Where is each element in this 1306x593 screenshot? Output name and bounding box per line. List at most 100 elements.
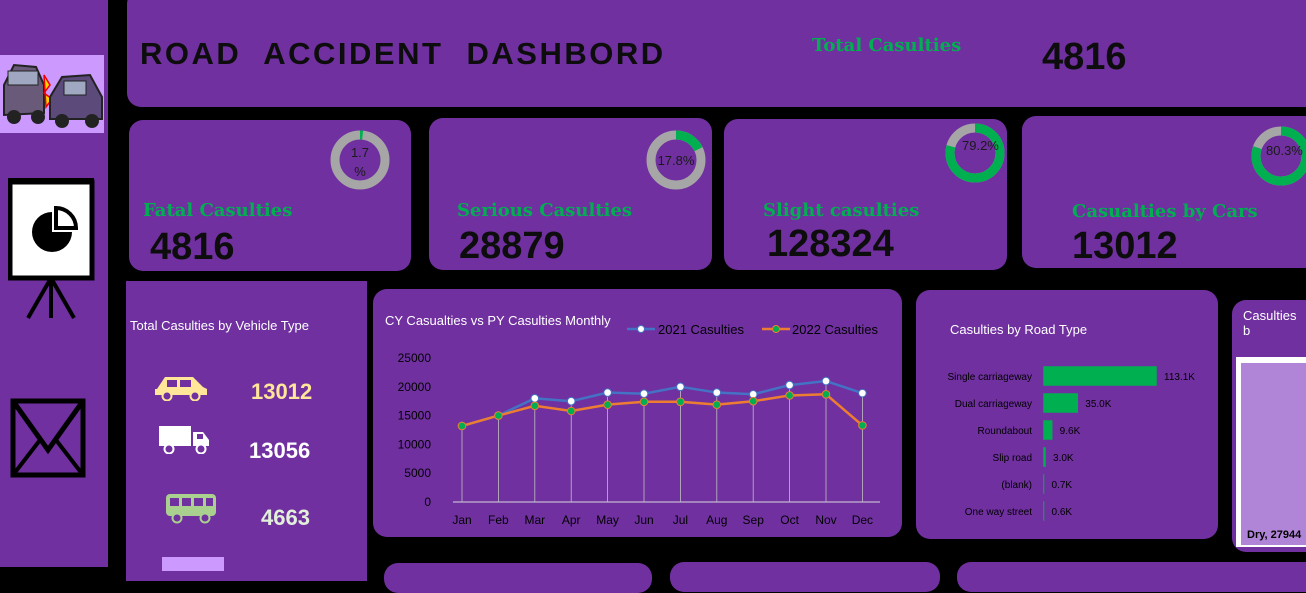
donut-pct-label: 1.7 % bbox=[350, 145, 370, 179]
donut-pct-label: 80.3% bbox=[1266, 143, 1303, 158]
bar-category-label: Dual carriageway bbox=[955, 399, 1032, 410]
data-point bbox=[603, 388, 612, 397]
legend-dot-2022 bbox=[772, 325, 780, 333]
line-chart-legend: 2021 Casulties 2022 Casulties bbox=[627, 322, 878, 337]
bar-category-label: (blank) bbox=[1001, 480, 1032, 491]
x-tick-label: Dec bbox=[852, 513, 873, 527]
bar-value-label: 0.6K bbox=[1052, 507, 1073, 518]
data-point bbox=[566, 396, 576, 406]
data-point bbox=[530, 401, 540, 411]
x-tick-label: Apr bbox=[562, 513, 581, 527]
bar-category-label: Slip road bbox=[993, 453, 1032, 464]
x-tick-label: Jan bbox=[452, 513, 471, 527]
bar bbox=[1042, 473, 1045, 495]
sidebar-divider bbox=[108, 0, 126, 567]
data-point bbox=[785, 380, 794, 390]
bar-value-label: 113.1K bbox=[1164, 372, 1195, 383]
sidebar bbox=[0, 0, 108, 567]
y-tick-label: 10000 bbox=[398, 437, 432, 451]
data-point bbox=[639, 389, 649, 399]
data-point bbox=[676, 382, 685, 392]
x-tick-label: Mar bbox=[524, 513, 545, 527]
data-point bbox=[566, 406, 576, 416]
surface-treemap-tile bbox=[1241, 363, 1306, 545]
data-point bbox=[530, 394, 540, 403]
y-tick-label: 0 bbox=[424, 495, 431, 509]
surface-treemap-label: Dry, 27944 bbox=[1247, 529, 1302, 541]
monthly-line-chart: CY Casualties vs PY Casulties Monthly 20… bbox=[385, 313, 880, 527]
bar-category-label: Roundabout bbox=[978, 426, 1033, 437]
partial-icon bbox=[162, 557, 224, 571]
y-tick-label: 25000 bbox=[398, 351, 432, 365]
bar bbox=[1042, 392, 1079, 414]
bar-value-label: 0.7K bbox=[1052, 480, 1073, 491]
surface-panel-title: Casulties b bbox=[1243, 308, 1297, 338]
vehicle-panel-title: Total Casulties by Vehicle Type bbox=[130, 318, 309, 333]
data-point bbox=[858, 388, 867, 398]
legend-dot-2021 bbox=[637, 325, 645, 333]
data-point bbox=[494, 411, 503, 420]
y-tick-label: 15000 bbox=[398, 409, 432, 423]
crash-logo-icon bbox=[0, 55, 104, 133]
legend-label-2021: 2021 Casulties bbox=[658, 322, 744, 337]
bus-icon bbox=[164, 492, 218, 529]
truck-icon bbox=[157, 424, 211, 459]
presentation-icon[interactable] bbox=[7, 172, 96, 320]
bar-chart-title: Casulties by Road Type bbox=[950, 322, 1087, 337]
series-line-2021 bbox=[461, 379, 863, 428]
bar-category-label: Single carriageway bbox=[948, 372, 1033, 383]
data-point bbox=[821, 376, 831, 386]
data-point bbox=[676, 397, 685, 407]
data-point bbox=[712, 400, 722, 409]
data-point bbox=[748, 396, 758, 406]
kpi-value: 13012 bbox=[1072, 225, 1178, 267]
data-point bbox=[785, 391, 794, 400]
page-title: ROAD ACCIDENT DASHBORD bbox=[140, 36, 666, 71]
bar-value-label: 35.0K bbox=[1085, 399, 1111, 410]
data-point bbox=[457, 421, 467, 431]
legend-label-2022: 2022 Casulties bbox=[792, 322, 878, 337]
y-tick-label: 20000 bbox=[398, 380, 432, 394]
kpi-label: Casualties by Cars bbox=[1072, 201, 1258, 222]
data-point bbox=[821, 389, 831, 399]
mail-icon[interactable] bbox=[10, 398, 86, 478]
vehicle-value-bus: 4663 bbox=[261, 505, 310, 530]
road-type-bar-chart: Casulties by Road Type Single carriagewa… bbox=[948, 322, 1195, 522]
donut-pct-label: 79.2% bbox=[962, 138, 999, 153]
bottom-panel-left bbox=[384, 563, 652, 593]
kpi-value: 28879 bbox=[459, 225, 565, 267]
x-tick-label: Feb bbox=[488, 513, 509, 527]
bar bbox=[1042, 446, 1047, 468]
bar bbox=[1042, 365, 1158, 387]
kpi-value: 4816 bbox=[150, 226, 235, 268]
x-tick-label: Oct bbox=[780, 513, 799, 527]
series-line-2022 bbox=[461, 393, 864, 428]
total-casualties-label: Total Casulties bbox=[812, 35, 962, 56]
x-tick-label: May bbox=[596, 513, 619, 527]
donut-pct-label: 17.8% bbox=[657, 153, 695, 168]
kpi-label: Serious Casulties bbox=[457, 200, 633, 221]
bar bbox=[1042, 419, 1053, 441]
x-tick-label: Sep bbox=[743, 513, 765, 527]
kpi-label: Fatal Casulties bbox=[143, 200, 293, 221]
bar bbox=[1042, 500, 1045, 522]
bar-category-label: One way street bbox=[965, 507, 1032, 518]
line-chart-title: CY Casualties vs PY Casulties Monthly bbox=[385, 313, 611, 328]
kpi-value: 128324 bbox=[767, 223, 894, 265]
data-point bbox=[639, 397, 649, 407]
car-icon bbox=[153, 371, 209, 406]
kpi-label: Slight casulties bbox=[763, 200, 920, 221]
x-tick-label: Jun bbox=[634, 513, 653, 527]
x-tick-label: Jul bbox=[673, 513, 688, 527]
vehicle-value-truck: 13056 bbox=[249, 438, 311, 463]
vehicle-value-car: 13012 bbox=[251, 379, 313, 404]
data-point bbox=[603, 400, 612, 409]
x-tick-label: Nov bbox=[815, 513, 836, 527]
y-tick-label: 5000 bbox=[404, 466, 431, 480]
data-point bbox=[858, 421, 867, 430]
x-tick-label: Aug bbox=[706, 513, 727, 527]
bar-value-label: 9.6K bbox=[1060, 426, 1081, 437]
bar-value-label: 3.0K bbox=[1053, 453, 1074, 464]
data-point bbox=[712, 388, 722, 397]
total-casualties-value: 4816 bbox=[1042, 36, 1127, 78]
